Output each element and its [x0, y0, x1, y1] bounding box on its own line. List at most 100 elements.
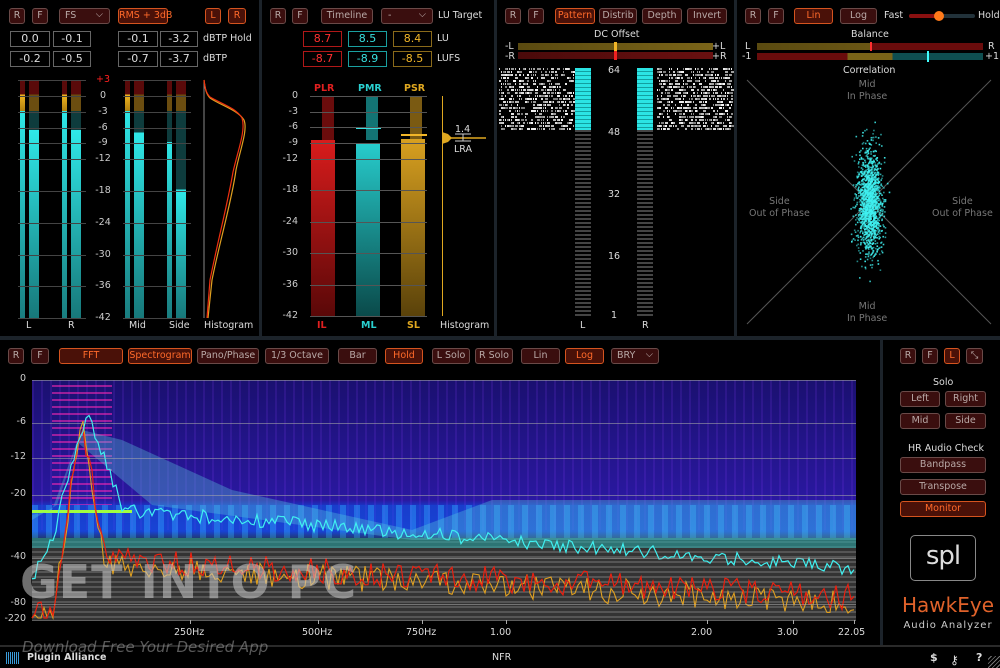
speed-slider-handle[interactable] [933, 11, 944, 21]
reset-button[interactable]: R [270, 8, 286, 24]
left-channel-button[interactable]: L [205, 8, 221, 24]
reset-button[interactable]: R [745, 8, 761, 24]
spectrum-x-tick: 250Hz [174, 627, 205, 638]
pmr-label: PMR [358, 83, 382, 94]
watermark-main: GET INTO PC [20, 555, 358, 609]
freeze-button[interactable]: F [292, 8, 308, 24]
key-icon[interactable]: ⚷ [950, 653, 959, 667]
solo-side-button[interactable]: Side [945, 413, 986, 429]
reset-button[interactable]: R [900, 348, 916, 364]
correlation-marker [927, 51, 929, 62]
log-button[interactable]: Log [840, 8, 877, 24]
meter-label-mid: Mid [129, 320, 146, 331]
bit-pattern-r [657, 68, 734, 130]
loudness-scale-tick: -6 [288, 121, 298, 133]
sl-bar [401, 139, 425, 316]
nfr-label: NFR [492, 652, 512, 663]
right-channel-button[interactable]: R [228, 8, 246, 24]
level-gridline [123, 222, 191, 224]
ml-bar [356, 143, 380, 316]
rms-3db-button[interactable]: RMS + 3dB [118, 8, 172, 24]
lin-button[interactable]: Lin [521, 348, 560, 364]
collapse-button[interactable]: ⤡ [966, 348, 983, 364]
mid-in-phase-top: Mid In Phase [847, 79, 888, 102]
l-solo-button[interactable]: L Solo [432, 348, 470, 364]
depth-button[interactable]: Depth [642, 8, 682, 24]
bandpass-button[interactable]: Bandpass [900, 457, 986, 473]
solo-left-button[interactable]: Left [900, 391, 940, 407]
loudness-scale-tick: -36 [282, 278, 298, 290]
loudness-panel: R F Timeline - ⌵ LU Target 8.7 8.5 8.4 LU… [262, 0, 497, 336]
level-scale-tick: 0 [99, 89, 107, 101]
invert-button[interactable]: Invert [687, 8, 727, 24]
dc-offset-label: DC Offset [594, 29, 640, 40]
timeline-button[interactable]: Timeline [321, 8, 373, 24]
level-gridline [18, 111, 86, 113]
speed-slider[interactable] [909, 11, 975, 21]
resize-grip-icon[interactable] [988, 656, 1000, 668]
lufs-sl: -8.5 [393, 51, 432, 67]
meter-label-r: R [68, 320, 75, 331]
l-button[interactable]: L [944, 348, 960, 364]
third-octave-button[interactable]: 1/3 Octave [265, 348, 329, 364]
il-label: IL [317, 320, 327, 331]
corr-max-label: +1 [985, 51, 1000, 62]
loudness-scale-tick: -12 [282, 152, 298, 164]
bit-scale-1: 1 [611, 310, 618, 321]
loudness-scale-tick: -9 [288, 137, 298, 149]
purchase-icon[interactable]: $ [930, 651, 938, 664]
scale-dropdown[interactable]: FS ⌵ [59, 8, 110, 24]
reset-button[interactable]: R [9, 8, 25, 24]
spectrogram-button[interactable]: Spectrogram [128, 348, 192, 364]
lin-button[interactable]: Lin [794, 8, 833, 24]
lu-target-dropdown[interactable]: - ⌵ [381, 8, 433, 24]
spectrum-x-tick: 22.05 [838, 627, 866, 638]
monitor-button[interactable]: Monitor [900, 501, 986, 517]
freeze-button[interactable]: F [31, 348, 49, 364]
solo-right-button[interactable]: Right [945, 391, 986, 407]
bar-button[interactable]: Bar [338, 348, 377, 364]
chevron-down-icon: ⌵ [645, 349, 653, 360]
help-icon[interactable]: ? [976, 651, 982, 664]
pmr-bar [366, 96, 378, 140]
level-gridline [18, 127, 86, 129]
lra-value: 1.4 [455, 124, 471, 135]
transpose-button[interactable]: Transpose [900, 479, 986, 495]
spectrum-x-tick: 2.00 [691, 627, 713, 638]
solo-mid-button[interactable]: Mid [900, 413, 940, 429]
meter-label-side: Side [169, 320, 190, 331]
lufs-label: LUFS [437, 53, 461, 64]
lu-pmr: 8.5 [348, 31, 387, 47]
log-button[interactable]: Log [565, 348, 604, 364]
freeze-button[interactable]: F [922, 348, 938, 364]
level-gridline [123, 143, 191, 145]
loudness-scale-tick: -18 [282, 184, 298, 196]
r-solo-button[interactable]: R Solo [475, 348, 513, 364]
spectrum-x-tickmark [707, 620, 708, 624]
reset-button[interactable]: R [505, 8, 521, 24]
product-name: HawkEye [901, 593, 994, 617]
correlation-label: Correlation [843, 65, 896, 76]
freeze-button[interactable]: F [768, 8, 784, 24]
spectrum-x-tick: 500Hz [302, 627, 333, 638]
speed-hold-label: Hold [978, 10, 1000, 21]
palette-dropdown[interactable]: BRY ⌵ [611, 348, 659, 364]
hold-button[interactable]: Hold [385, 348, 423, 364]
reset-button[interactable]: R [8, 348, 24, 364]
pattern-button[interactable]: Pattern [555, 8, 595, 24]
chevron-down-icon: ⌵ [418, 9, 426, 20]
meter-mid-side [125, 80, 190, 318]
level-gridline [123, 254, 191, 256]
meter-label-histogram: Histogram [204, 320, 254, 331]
freeze-button[interactable]: F [528, 8, 544, 24]
distrib-button[interactable]: Distrib [599, 8, 637, 24]
scale-value: FS [65, 10, 77, 21]
freeze-button[interactable]: F [32, 8, 48, 24]
lu-label: LU [437, 33, 449, 44]
spectrum-x-tickmark [318, 620, 319, 624]
level-gridline [18, 80, 86, 81]
fft-button[interactable]: FFT [59, 348, 123, 364]
spectrum-x-tickmark [793, 620, 794, 624]
pano-phase-button[interactable]: Pano/Phase [197, 348, 259, 364]
ml-label: ML [361, 320, 377, 331]
